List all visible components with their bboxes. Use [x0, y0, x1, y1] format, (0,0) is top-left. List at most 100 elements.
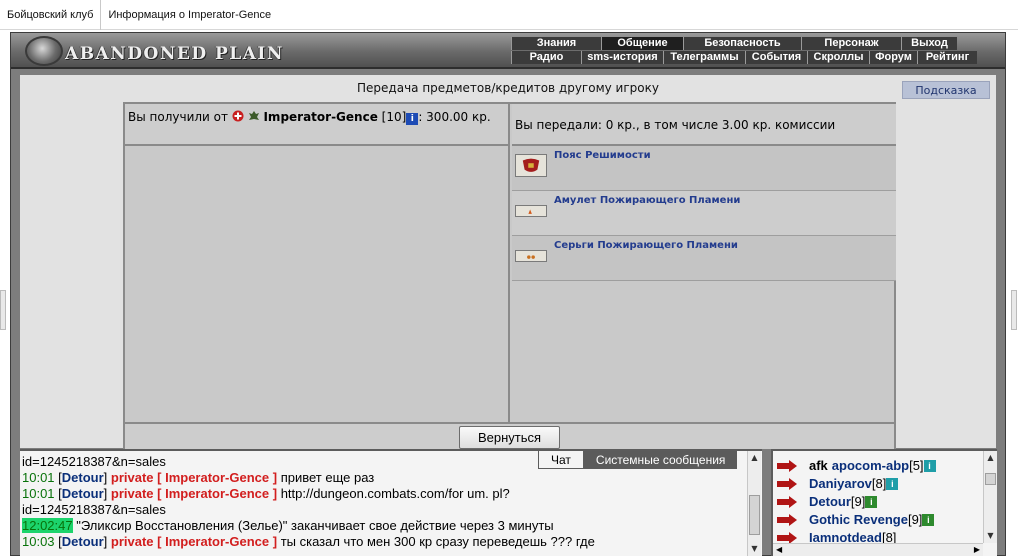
menu-knowledge[interactable]: Знания [511, 37, 601, 50]
player-level: [9] [850, 494, 866, 509]
list-item: Gothic Revenge [9] i [777, 511, 977, 529]
menu-communication[interactable]: Общение [601, 37, 683, 50]
panel-footer: Вернуться [125, 422, 894, 449]
sent-items-list: Пояс Решимости Амулет Пожирающего Пламен… [512, 146, 896, 281]
chat-text: "Эликсир Восстановления (Зелье)" заканчи… [76, 518, 554, 533]
received-summary: Вы получили от Imperator-Gence [10] i: 30… [125, 104, 508, 146]
game-header: ABANDONED PLAIN Знания Общение Безопасно… [11, 33, 1005, 69]
sent-summary: Вы передали: 0 кр., в том числе 3.00 кр.… [512, 104, 896, 146]
received-amount: : 300.00 кр. [418, 110, 491, 124]
received-column: Вы получили от Imperator-Gence [10] i: 30… [125, 104, 510, 422]
game-window: ABANDONED PLAIN Знания Общение Безопасно… [10, 32, 1006, 556]
player-info-icon[interactable]: i [406, 113, 419, 125]
item-link[interactable]: Серьги Пожирающего Пламени [554, 240, 738, 251]
chat-nick[interactable]: Detour [62, 486, 104, 501]
tab-chat[interactable]: Чат [538, 451, 584, 469]
chat-time: 10:03 [22, 534, 55, 549]
submenu-events[interactable]: События [745, 51, 807, 64]
sent-column: Вы передали: 0 кр., в том числе 3.00 кр.… [512, 104, 896, 422]
menu-exit[interactable]: Выход [901, 37, 957, 50]
player-level: [5] [909, 458, 924, 473]
chat-panel: id=1245218387&n=sales 10:01 [Detour] pri… [20, 449, 762, 556]
chat-line: 10:01 [Detour] private [ Imperator-Gence… [22, 470, 375, 485]
right-collapse-arrow[interactable] [1011, 290, 1017, 330]
player-name[interactable]: Daniyarov [809, 475, 872, 493]
scroll-down-icon[interactable]: ▼ [748, 542, 761, 556]
player-level: [9] [907, 512, 923, 527]
afk-status: afk [809, 458, 828, 473]
scroll-thumb[interactable] [749, 495, 760, 535]
sub-menu: Радио sms-история Телеграммы События Скр… [511, 51, 977, 64]
chat-private-tag[interactable]: private [ Imperator-Gence ] [111, 470, 277, 485]
main-menu: Знания Общение Безопасность Персонаж Вых… [511, 37, 957, 50]
back-button[interactable]: Вернуться [459, 426, 560, 449]
submenu-forum[interactable]: Форум [869, 51, 917, 64]
submenu-telegrams[interactable]: Телеграммы [663, 51, 745, 64]
submenu-scrolls[interactable]: Скроллы [807, 51, 869, 64]
transfer-panel: Вы получили от Imperator-Gence [10] i: 30… [123, 102, 896, 449]
chat-text: привет еще раз [280, 470, 375, 485]
player-level: [8] [871, 476, 887, 491]
submenu-rating[interactable]: Рейтинг [917, 51, 977, 64]
player-info-icon[interactable]: i [865, 496, 878, 508]
transfer-page: Передача предметов/кредитов другому игро… [20, 75, 996, 449]
online-horizontal-scrollbar[interactable]: ◀ ▶ [773, 543, 983, 556]
scroll-up-icon[interactable]: ▲ [748, 451, 761, 465]
scroll-down-icon[interactable]: ▼ [984, 529, 997, 543]
player-name[interactable]: apocom-abp [832, 457, 909, 475]
chat-time: 10:01 [22, 470, 55, 485]
player-info-icon[interactable]: i [886, 478, 899, 490]
chat-text: ты сказал что мен 300 кр сразу переведеш… [280, 534, 595, 549]
private-message-icon[interactable] [777, 459, 797, 473]
private-message-icon[interactable] [777, 513, 797, 527]
chat-line: 10:03 [Detour] private [ Imperator-Gence… [22, 534, 595, 549]
list-item: Амулет Пожирающего Пламени [512, 191, 896, 236]
item-link[interactable]: Амулет Пожирающего Пламени [554, 195, 740, 206]
scroll-right-icon[interactable]: ▶ [974, 545, 980, 554]
chat-tabs: Чат Системные сообщения [538, 451, 738, 469]
sender-level: [10] [381, 110, 407, 124]
align-emblem-icon [248, 111, 259, 120]
player-info-icon[interactable]: i [923, 460, 936, 472]
browser-tab-player-info[interactable]: Информация о Imperator-Gence [100, 0, 278, 30]
chat-private-tag[interactable]: private [ Imperator-Gence ] [111, 534, 277, 549]
chat-line: 12:02:47 "Эликсир Восстановления (Зелье)… [22, 518, 742, 534]
private-message-icon[interactable] [777, 477, 797, 491]
scroll-thumb[interactable] [985, 473, 996, 485]
list-item: Daniyarov [8] i [777, 475, 977, 493]
player-name[interactable]: Detour [809, 493, 851, 511]
scroll-up-icon[interactable]: ▲ [984, 451, 997, 465]
left-collapse-arrow[interactable] [0, 290, 6, 330]
chat-line: 10:01 [Detour] private [ Imperator-Gence… [22, 486, 510, 501]
browser-tab-fight-club[interactable]: Бойцовский клуб [0, 0, 100, 30]
item-link[interactable]: Пояс Решимости [554, 150, 651, 161]
logo-emblem-icon [25, 36, 63, 66]
online-players: afk apocom-abp [5] i Daniyarov [8] i Detour[… [777, 457, 977, 547]
player-info-icon[interactable]: i [922, 514, 935, 526]
menu-character[interactable]: Персонаж [801, 37, 901, 50]
chat-time: 10:01 [22, 486, 55, 501]
amulet-icon [515, 205, 547, 217]
submenu-sms-history[interactable]: sms-история [581, 51, 663, 64]
chat-text: id=1245218387&n=sales [22, 454, 166, 469]
scroll-left-icon[interactable]: ◀ [776, 545, 782, 554]
private-message-icon[interactable] [777, 495, 797, 509]
hint-button[interactable]: Подсказка [902, 81, 990, 99]
clan-emblem-icon [232, 110, 244, 122]
belt-icon [515, 154, 547, 177]
chat-nick[interactable]: Detour [62, 470, 104, 485]
list-item: Серьги Пожирающего Пламени [512, 236, 896, 281]
tab-system-messages[interactable]: Системные сообщения [583, 451, 738, 469]
chat-text: http://dungeon.combats.com/for um. pl? [280, 486, 510, 501]
player-name[interactable]: Gothic Revenge [809, 511, 908, 529]
logo-text: ABANDONED PLAIN [65, 44, 284, 64]
chat-scrollbar[interactable]: ▲ ▼ [747, 451, 761, 556]
menu-security[interactable]: Безопасность [683, 37, 801, 50]
online-scrollbar[interactable]: ▲ ▼ [983, 451, 997, 543]
sender-name[interactable]: Imperator-Gence [263, 110, 377, 124]
chat-nick[interactable]: Detour [62, 534, 104, 549]
online-list-panel: afk apocom-abp [5] i Daniyarov [8] i Detour[… [771, 449, 997, 556]
chat-private-tag[interactable]: private [ Imperator-Gence ] [111, 486, 277, 501]
browser-tab-bar: Бойцовский клуб Информация о Imperator-G… [0, 0, 1018, 30]
submenu-radio[interactable]: Радио [511, 51, 581, 64]
